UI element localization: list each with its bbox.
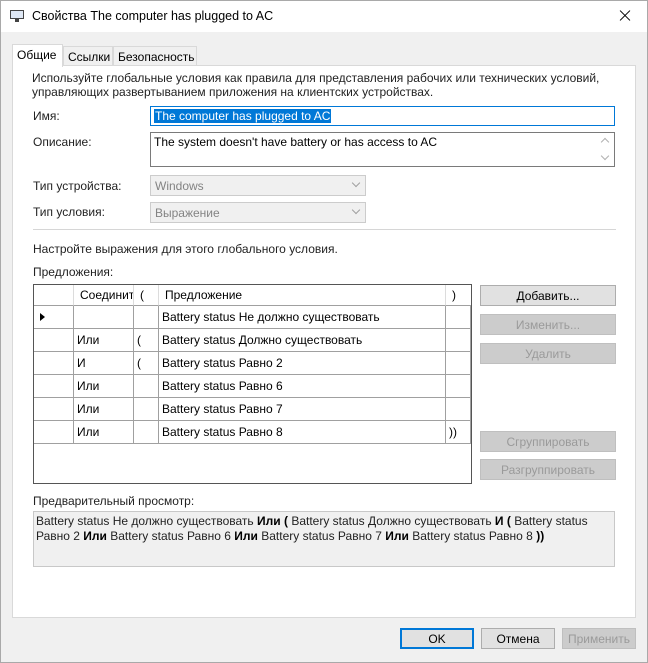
preview-box: Battery status Не должно существовать Ил… xyxy=(33,511,615,567)
delete-button[interactable]: Удалить xyxy=(480,343,616,364)
scroll-down-icon xyxy=(600,151,610,161)
open-paren-cell[interactable] xyxy=(134,398,159,421)
close-paren-cell[interactable] xyxy=(446,306,471,329)
clauses-grid[interactable]: Соедините ( Предложение ) Battery status… xyxy=(33,284,472,484)
cancel-button[interactable]: Отмена xyxy=(481,628,555,649)
chevron-down-icon xyxy=(351,205,361,215)
properties-dialog: Свойства The computer has plugged to AC … xyxy=(0,0,648,663)
tab-security[interactable]: Безопасность xyxy=(113,46,197,66)
table-row[interactable]: И ( Battery status Равно 2 xyxy=(34,352,471,375)
computer-icon xyxy=(10,10,24,22)
table-row[interactable]: Battery status Не должно существовать xyxy=(34,306,471,329)
clause-cell[interactable]: Battery status Не должно существовать xyxy=(159,306,446,329)
clauses-label: Предложения: xyxy=(33,265,114,279)
apply-button[interactable]: Применить xyxy=(562,628,636,649)
table-row[interactable]: Или Battery status Равно 8 )) xyxy=(34,421,471,444)
row-selector[interactable] xyxy=(34,398,74,421)
tab-links[interactable]: Ссылки xyxy=(63,46,113,66)
table-row[interactable]: Или Battery status Равно 7 xyxy=(34,398,471,421)
open-paren-cell[interactable] xyxy=(134,306,159,329)
description-value: The system doesn't have battery or has a… xyxy=(154,135,438,149)
open-paren-cell[interactable] xyxy=(134,375,159,398)
close-paren-cell[interactable] xyxy=(446,398,471,421)
close-paren-cell[interactable]: )) xyxy=(446,421,471,444)
grid-header: Соедините ( Предложение ) xyxy=(34,285,471,308)
device-type-select[interactable]: Windows xyxy=(150,175,366,196)
header-close-paren[interactable]: ) xyxy=(446,285,471,306)
tab-general[interactable]: Общие xyxy=(12,44,63,67)
chevron-down-icon xyxy=(351,178,361,188)
name-field[interactable]: The computer has plugged to AC xyxy=(150,106,615,126)
name-value: The computer has plugged to AC xyxy=(154,109,332,123)
row-selector[interactable] xyxy=(34,306,74,329)
connector-cell[interactable]: Или xyxy=(74,329,134,352)
header-connector[interactable]: Соедините xyxy=(74,285,134,306)
open-paren-cell[interactable] xyxy=(134,421,159,444)
description-field[interactable]: The system doesn't have battery or has a… xyxy=(150,132,615,167)
table-row[interactable]: Или Battery status Равно 6 xyxy=(34,375,471,398)
row-selector[interactable] xyxy=(34,352,74,375)
row-selector[interactable] xyxy=(34,421,74,444)
row-pointer-icon xyxy=(40,313,45,321)
group-button[interactable]: Сгруппировать xyxy=(480,431,616,452)
divider xyxy=(33,229,616,230)
ungroup-button[interactable]: Разгруппировать xyxy=(480,459,616,480)
table-row[interactable]: Или ( Battery status Должно существовать xyxy=(34,329,471,352)
edit-button[interactable]: Изменить... xyxy=(480,314,616,335)
window-title: Свойства The computer has plugged to AC xyxy=(32,9,274,23)
connector-cell[interactable] xyxy=(74,306,134,329)
device-type-label: Тип устройства: xyxy=(33,179,122,193)
close-paren-cell[interactable] xyxy=(446,329,471,352)
clause-cell[interactable]: Battery status Равно 6 xyxy=(159,375,446,398)
close-button[interactable] xyxy=(601,1,647,32)
row-selector[interactable] xyxy=(34,329,74,352)
clause-cell[interactable]: Battery status Равно 2 xyxy=(159,352,446,375)
connector-cell[interactable]: И xyxy=(74,352,134,375)
ok-button[interactable]: OK xyxy=(400,628,474,649)
clause-cell[interactable]: Battery status Должно существовать xyxy=(159,329,446,352)
preview-label: Предварительный просмотр: xyxy=(33,494,195,508)
header-row-selector xyxy=(34,285,74,306)
connector-cell[interactable]: Или xyxy=(74,375,134,398)
clause-cell[interactable]: Battery status Равно 8 xyxy=(159,421,446,444)
title-bar: Свойства The computer has plugged to AC xyxy=(1,1,647,32)
scroll-up-icon xyxy=(600,137,610,147)
close-paren-cell[interactable] xyxy=(446,375,471,398)
open-paren-cell[interactable]: ( xyxy=(134,352,159,375)
configure-text: Настройте выражения для этого глобальног… xyxy=(33,242,338,256)
open-paren-cell[interactable]: ( xyxy=(134,329,159,352)
general-tab-panel: Используйте глобальные условия как прави… xyxy=(12,65,636,618)
condition-type-label: Тип условия: xyxy=(33,205,105,219)
header-clause[interactable]: Предложение xyxy=(159,285,446,306)
condition-type-value: Выражение xyxy=(155,206,220,220)
header-open-paren[interactable]: ( xyxy=(134,285,159,306)
add-button[interactable]: Добавить... xyxy=(480,285,616,306)
clause-cell[interactable]: Battery status Равно 7 xyxy=(159,398,446,421)
connector-cell[interactable]: Или xyxy=(74,421,134,444)
device-type-value: Windows xyxy=(155,179,204,193)
row-selector[interactable] xyxy=(34,375,74,398)
close-paren-cell[interactable] xyxy=(446,352,471,375)
connector-cell[interactable]: Или xyxy=(74,398,134,421)
condition-type-select[interactable]: Выражение xyxy=(150,202,366,223)
description-label: Описание: xyxy=(33,135,92,149)
intro-text: Используйте глобальные условия как прави… xyxy=(32,71,600,99)
name-label: Имя: xyxy=(33,109,60,123)
